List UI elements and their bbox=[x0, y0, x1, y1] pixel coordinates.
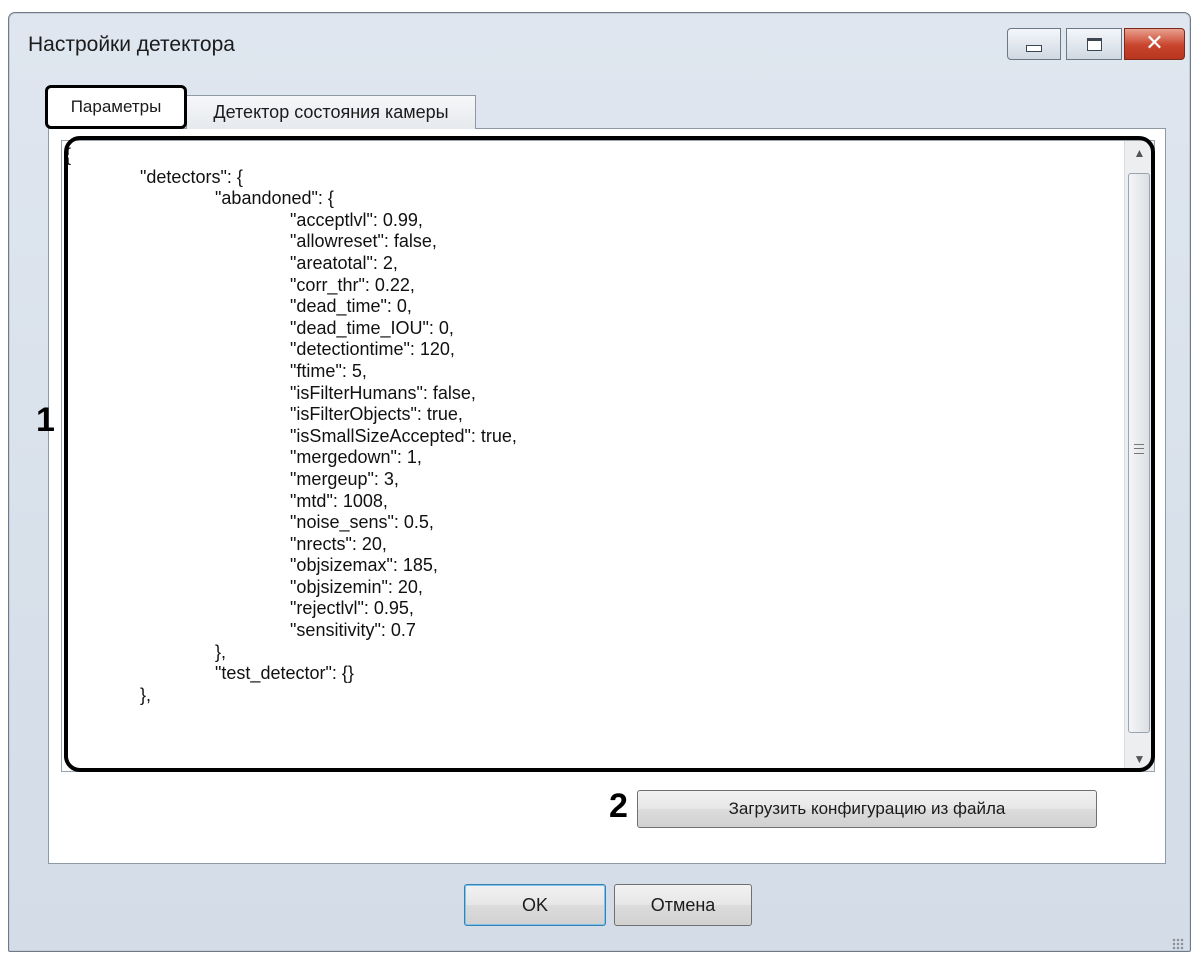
scroll-down-icon[interactable]: ▼ bbox=[1125, 747, 1154, 771]
tab-label: Параметры bbox=[70, 97, 162, 116]
json-line: { bbox=[65, 145, 72, 165]
ok-button[interactable]: OK bbox=[464, 884, 606, 926]
json-line: "mergeup": 3, bbox=[65, 468, 399, 489]
maximize-icon bbox=[1086, 37, 1102, 51]
button-label: OK bbox=[521, 894, 548, 915]
maximize-button[interactable] bbox=[1066, 28, 1122, 60]
json-line: "corr_thr": 0.22, bbox=[65, 274, 415, 295]
window-title: Настройки детектора bbox=[28, 33, 235, 56]
resize-grip-icon[interactable] bbox=[1172, 938, 1184, 950]
scrollbar-thumb[interactable] bbox=[1128, 173, 1150, 733]
cancel-button[interactable]: Отмена bbox=[614, 884, 752, 926]
json-config-text[interactable]: { "detectors": { "abandoned": { "acceptl… bbox=[65, 145, 517, 706]
json-line: "sensitivity": 0.7 bbox=[65, 620, 416, 641]
minimize-icon bbox=[1026, 44, 1042, 52]
json-line: }, bbox=[65, 641, 227, 662]
json-line: "objsizemax": 185, bbox=[65, 555, 438, 576]
json-line: "isSmallSizeAccepted": true, bbox=[65, 425, 517, 446]
json-line: "acceptlvl": 0.99, bbox=[65, 209, 423, 230]
close-button[interactable]: ✕ bbox=[1124, 28, 1185, 60]
json-line: "areatotal": 2, bbox=[65, 252, 398, 273]
json-line: "detectors": { bbox=[65, 166, 243, 187]
load-config-from-file-button[interactable]: Загрузить конфигурацию из файла bbox=[637, 790, 1097, 828]
json-line: "objsizemin": 20, bbox=[65, 576, 423, 597]
json-line: "abandoned": { bbox=[65, 188, 334, 209]
annotation-marker-1: 1 bbox=[36, 401, 55, 439]
json-line: "noise_sens": 0.5, bbox=[65, 512, 434, 533]
tab-label: Детектор состояния камеры bbox=[213, 102, 449, 122]
scroll-up-icon[interactable]: ▲ bbox=[1125, 141, 1154, 165]
grip-icon bbox=[1134, 444, 1144, 454]
json-line: "dead_time_IOU": 0, bbox=[65, 317, 454, 338]
json-line: "isFilterHumans": false, bbox=[65, 382, 476, 403]
json-line: "detectiontime": 120, bbox=[65, 339, 455, 360]
json-line: "mergedown": 1, bbox=[65, 447, 422, 468]
json-line: "mtd": 1008, bbox=[65, 490, 388, 511]
vertical-scrollbar[interactable]: ▲ ▼ bbox=[1124, 141, 1154, 771]
json-line: }, bbox=[65, 684, 152, 705]
tab-parameters[interactable]: Параметры bbox=[45, 85, 187, 129]
json-line: "ftime": 5, bbox=[65, 360, 367, 381]
json-line: "test_detector": {} bbox=[65, 663, 354, 684]
json-line: "allowreset": false, bbox=[65, 231, 437, 252]
button-label: Загрузить конфигурацию из файла bbox=[728, 799, 1006, 818]
json-line: "nrects": 20, bbox=[65, 533, 387, 554]
tab-camera-state-detector[interactable]: Детектор состояния камеры bbox=[186, 95, 476, 129]
json-config-editor[interactable]: { "detectors": { "abandoned": { "acceptl… bbox=[61, 140, 1155, 772]
json-line: "rejectlvl": 0.95, bbox=[65, 598, 414, 619]
json-line: "dead_time": 0, bbox=[65, 296, 412, 317]
minimize-button[interactable] bbox=[1007, 28, 1061, 60]
button-label: Отмена bbox=[650, 894, 716, 915]
close-icon: ✕ bbox=[1145, 31, 1164, 56]
json-line: "isFilterObjects": true, bbox=[65, 404, 463, 425]
annotation-marker-2: 2 bbox=[609, 787, 628, 825]
